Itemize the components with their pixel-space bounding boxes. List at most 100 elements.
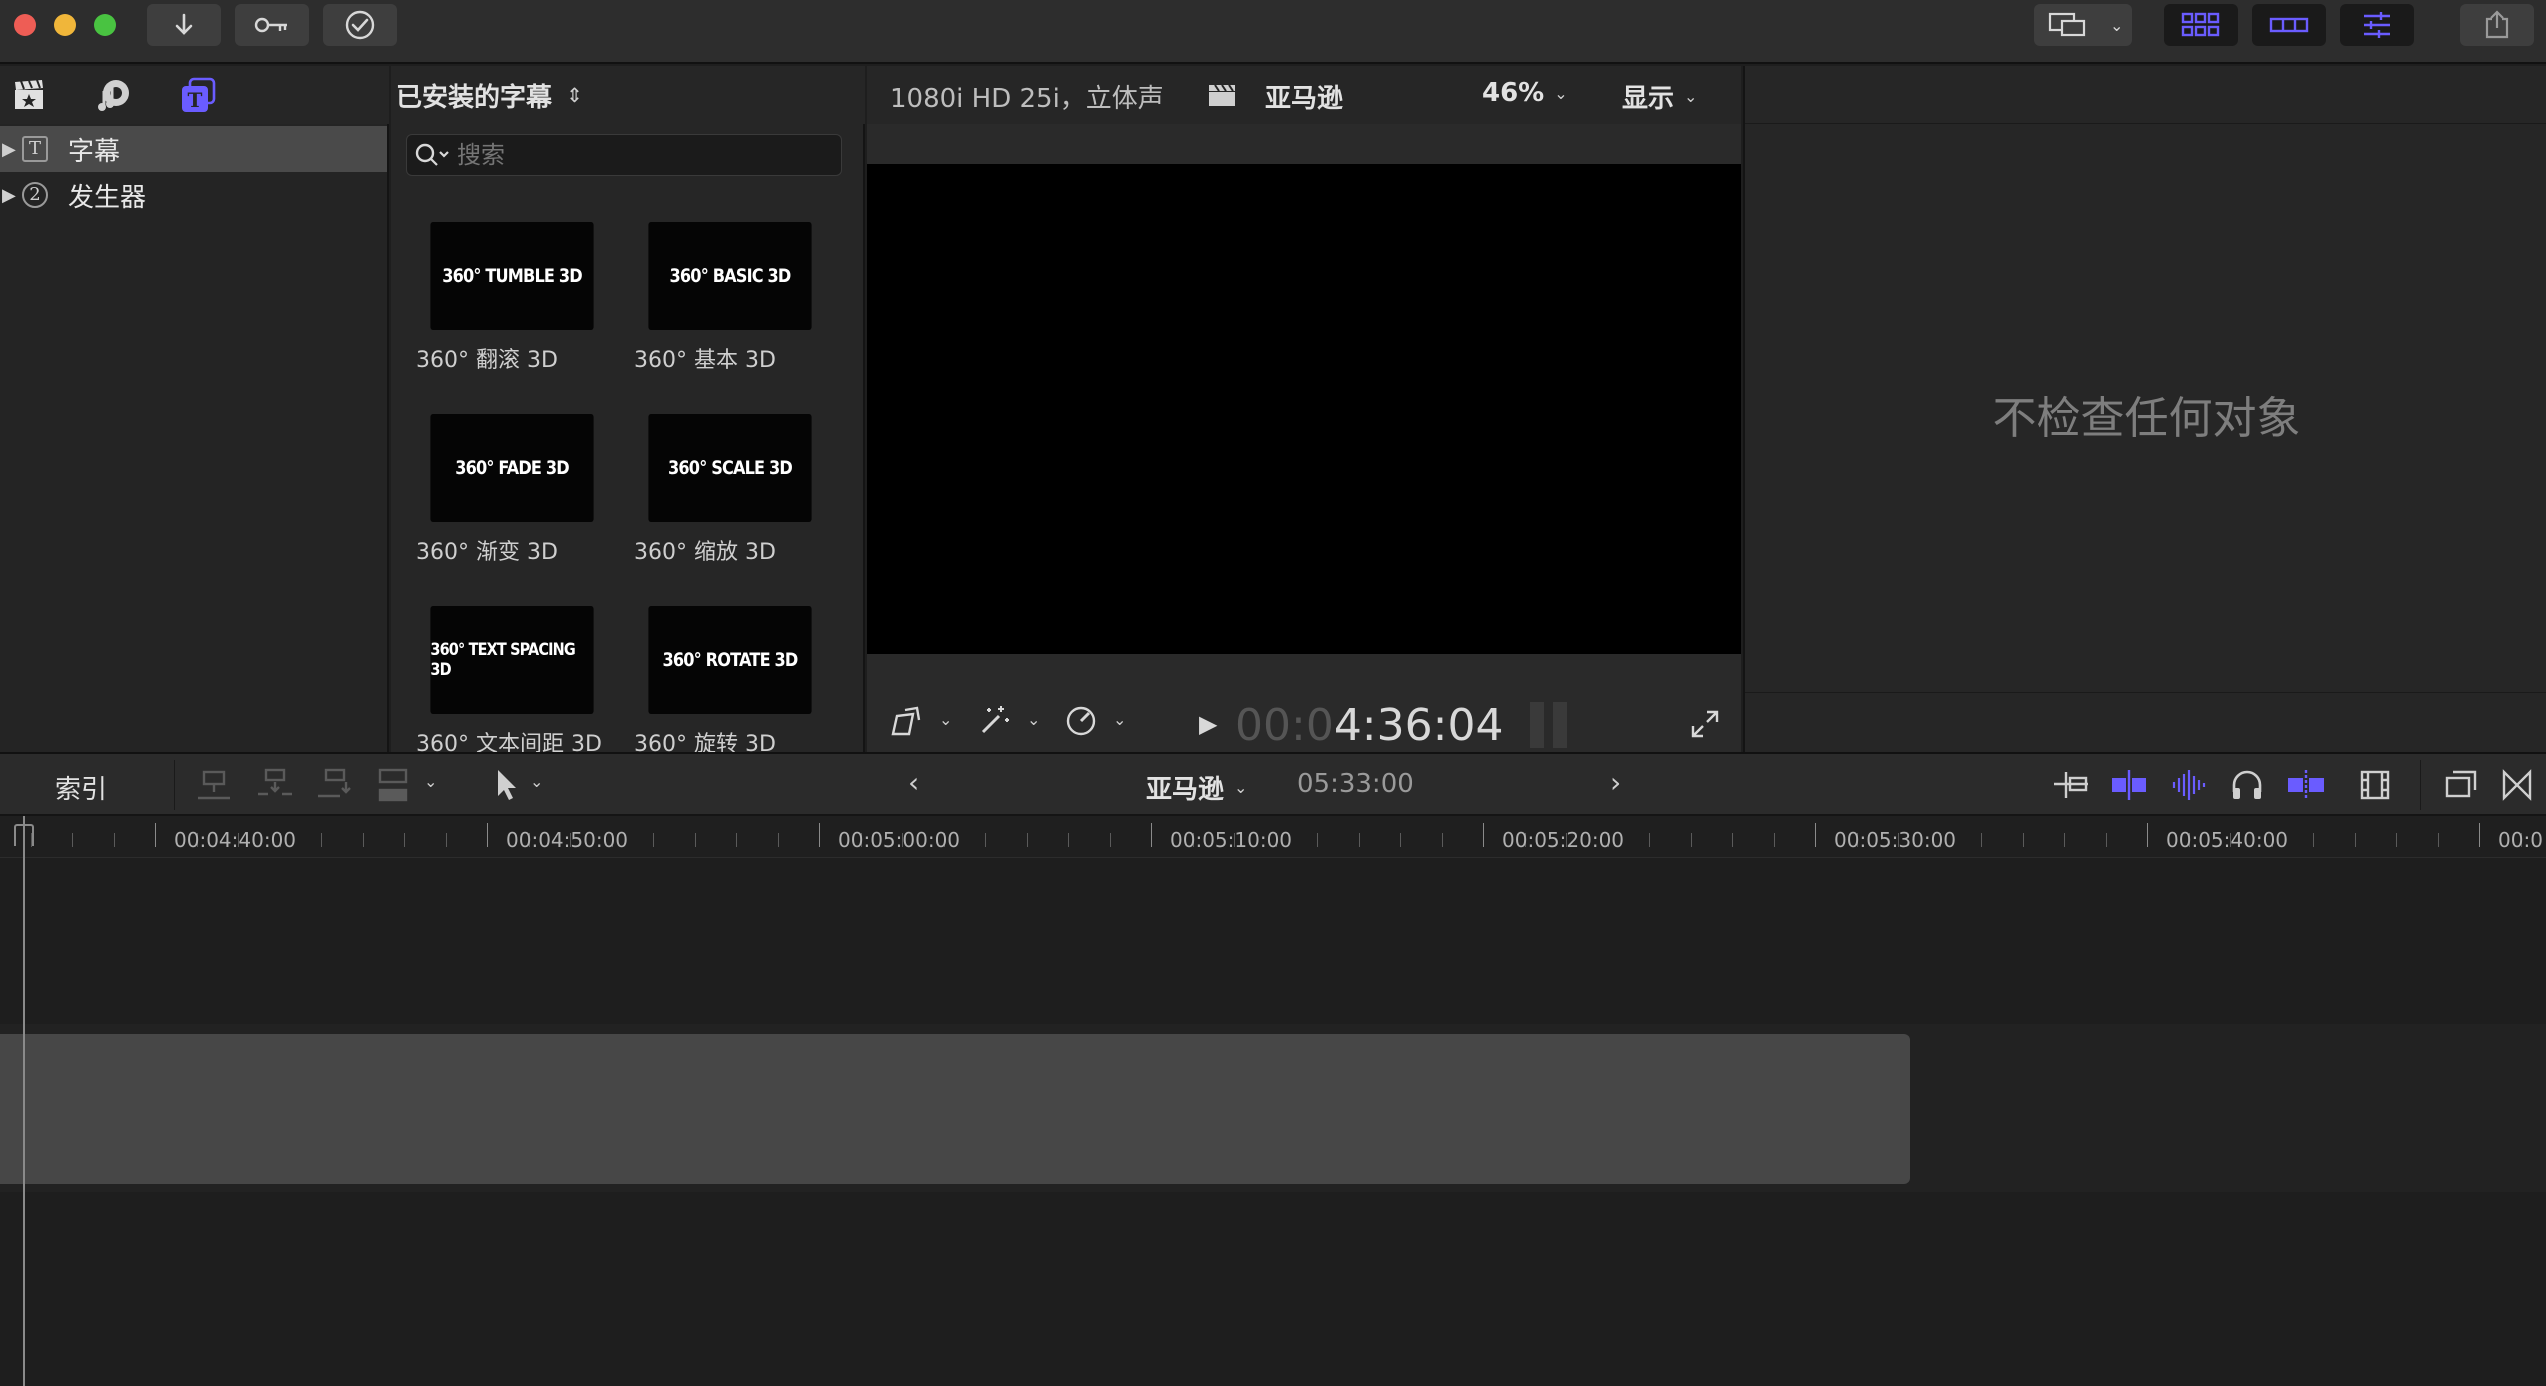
append-clip-icon[interactable] bbox=[316, 768, 356, 804]
ruler-tick bbox=[1691, 833, 1692, 847]
divider bbox=[2420, 760, 2421, 810]
browser-toggle-button[interactable] bbox=[2164, 4, 2238, 46]
ruler-tick bbox=[2106, 833, 2107, 847]
insert-clip-icon[interactable] bbox=[256, 768, 296, 804]
audio-meter bbox=[1553, 702, 1567, 748]
ruler-tick bbox=[1732, 833, 1733, 847]
search-input[interactable] bbox=[457, 141, 827, 169]
keywords-button[interactable] bbox=[235, 4, 309, 46]
chevron-down-icon[interactable]: ⌄ bbox=[1113, 710, 1126, 729]
timecode-display[interactable]: 00:04:36:04 bbox=[1235, 700, 1503, 751]
timeline-ruler[interactable]: 00:04:40:00 00:04:50:00 00:05:00:00 00:0… bbox=[0, 816, 2546, 858]
chevron-down-icon[interactable]: ⌄ bbox=[424, 772, 437, 791]
timeline-clip[interactable] bbox=[0, 1034, 1910, 1184]
project-menu[interactable]: 亚马逊 ⌄ bbox=[1146, 769, 1247, 806]
clapperboard-star-icon[interactable] bbox=[12, 78, 46, 112]
speed-gauge-icon[interactable] bbox=[1065, 704, 1101, 736]
zoom-window-button[interactable] bbox=[94, 14, 116, 36]
ruler-tick bbox=[819, 823, 820, 847]
inspector-toggle-button[interactable] bbox=[2340, 4, 2414, 46]
timeline-index-icon[interactable] bbox=[2444, 768, 2478, 802]
share-icon bbox=[2485, 10, 2509, 39]
chevron-down-icon[interactable]: ⌄ bbox=[530, 772, 543, 791]
share-button[interactable] bbox=[2460, 4, 2534, 46]
zoom-menu[interactable]: 46% ⌄ bbox=[1482, 78, 1568, 108]
magic-wand-icon[interactable] bbox=[977, 704, 1013, 736]
library-sidebar: ▶ T 字幕 ▶ 2 发生器 bbox=[0, 124, 389, 752]
title-thumbnail[interactable]: 360° ROTATE 3D bbox=[648, 606, 812, 714]
transform-icon[interactable] bbox=[889, 706, 925, 738]
ruler-tick bbox=[2023, 833, 2024, 847]
index-button[interactable]: 索引 bbox=[55, 769, 107, 806]
search-field[interactable] bbox=[406, 134, 842, 176]
chevron-down-icon[interactable]: ⌄ bbox=[939, 710, 952, 729]
browser-header: 已安装的字幕 ⇕ bbox=[391, 66, 865, 124]
ruler-tick bbox=[2438, 833, 2439, 847]
up-down-chevron-icon[interactable]: ⇕ bbox=[566, 83, 583, 107]
ruler-tick bbox=[653, 833, 654, 847]
timeline-toggle-button[interactable] bbox=[2252, 4, 2326, 46]
ruler-tick bbox=[114, 833, 115, 847]
disclosure-triangle-icon[interactable]: ▶ bbox=[2, 139, 18, 160]
window-layout-button[interactable]: ⌄ bbox=[2034, 4, 2132, 46]
project-duration: 05:33:00 bbox=[1297, 769, 1414, 799]
titles-icon: T bbox=[22, 136, 48, 162]
title-thumbnail[interactable]: 360° TUMBLE 3D bbox=[430, 222, 594, 330]
ruler-label: 00:04:40:00 bbox=[174, 828, 297, 852]
effects-browser-icon[interactable] bbox=[2500, 768, 2534, 802]
ruler-tick bbox=[1815, 823, 1816, 847]
minimize-window-button[interactable] bbox=[54, 14, 76, 36]
disclosure-triangle-icon[interactable]: ▶ bbox=[2, 185, 18, 206]
back-arrow-icon[interactable]: ‹ bbox=[908, 766, 919, 799]
headphones-icon[interactable] bbox=[2230, 768, 2264, 802]
snapping-icon[interactable] bbox=[2286, 768, 2326, 802]
clip-skimming-icon[interactable] bbox=[2110, 768, 2150, 802]
ruler-label: 00:05:20:00 bbox=[1502, 828, 1625, 852]
zoom-level: 46% bbox=[1482, 78, 1545, 108]
title-thumbnail[interactable]: 360° SCALE 3D bbox=[648, 414, 812, 522]
sidebar-item-titles[interactable]: ▶ T 字幕 bbox=[0, 126, 387, 172]
titles-generators-icon[interactable]: T bbox=[178, 76, 218, 116]
playhead[interactable] bbox=[23, 816, 25, 1386]
timecode-value: 4:36:04 bbox=[1333, 700, 1504, 751]
audio-skimming-icon[interactable] bbox=[2170, 768, 2210, 802]
clip-appearance-icon[interactable] bbox=[2358, 768, 2392, 802]
title-thumbnail[interactable]: 360° BASIC 3D bbox=[648, 222, 812, 330]
fullscreen-icon[interactable] bbox=[1689, 708, 1721, 740]
display-menu[interactable]: 显示 ⌄ bbox=[1622, 78, 1697, 115]
skimming-icon[interactable] bbox=[2052, 768, 2090, 802]
ruler-label: 00:05:00:00 bbox=[838, 828, 961, 852]
chevron-down-icon: ⌄ bbox=[2110, 15, 2124, 35]
browser-title[interactable]: 已安装的字幕 bbox=[396, 77, 552, 114]
chevron-down-icon[interactable]: ⌄ bbox=[1027, 710, 1040, 729]
timeline-area[interactable] bbox=[0, 858, 2546, 1386]
title-thumbnail[interactable]: 360° FADE 3D bbox=[430, 414, 594, 522]
select-tool-icon[interactable] bbox=[492, 768, 522, 802]
title-label: 360° 缩放 3D bbox=[634, 540, 776, 565]
inspector-header bbox=[1745, 66, 2546, 124]
ruler-tick bbox=[695, 833, 696, 847]
ruler-tick bbox=[1027, 833, 1028, 847]
divider bbox=[174, 760, 175, 810]
connect-clip-icon[interactable] bbox=[196, 768, 236, 804]
format-info: 1080i HD 25i，立体声 bbox=[890, 84, 1164, 114]
inspector-empty-message: 不检查任何对象 bbox=[1992, 393, 2301, 444]
play-icon[interactable]: ▶ bbox=[1199, 710, 1217, 738]
photos-music-icon[interactable] bbox=[96, 77, 132, 113]
overwrite-clip-icon[interactable] bbox=[376, 768, 416, 804]
viewer-canvas[interactable] bbox=[867, 164, 1741, 654]
clapperboard-icon bbox=[1209, 84, 1235, 106]
close-window-button[interactable] bbox=[14, 14, 36, 36]
title-thumbnail[interactable]: 360° TEXT SPACING 3D bbox=[430, 606, 594, 714]
background-tasks-button[interactable] bbox=[323, 4, 397, 46]
ruler-tick bbox=[321, 833, 322, 847]
import-button[interactable] bbox=[147, 4, 221, 46]
title-label: 360° 翻滚 3D bbox=[416, 348, 558, 373]
forward-arrow-icon[interactable]: › bbox=[1610, 766, 1621, 799]
sidebar-item-generators[interactable]: ▶ 2 发生器 bbox=[0, 172, 387, 218]
display-menu-label: 显示 bbox=[1622, 84, 1675, 114]
search-icon bbox=[415, 143, 449, 166]
ruler-tick bbox=[2479, 823, 2480, 847]
title-label: 360° 基本 3D bbox=[634, 348, 776, 373]
sliders-icon bbox=[2364, 12, 2390, 38]
